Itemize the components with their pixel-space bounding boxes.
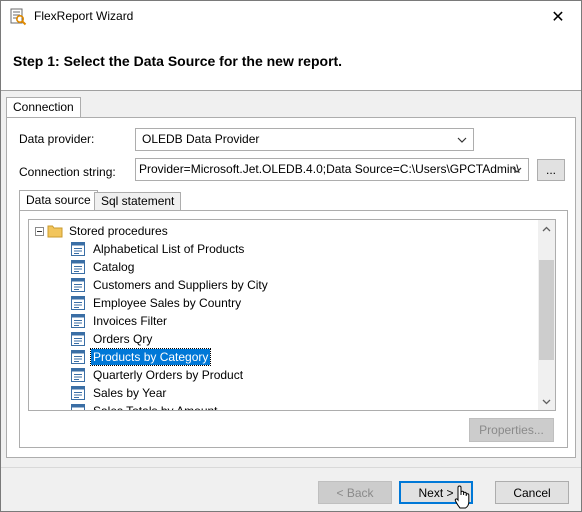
tab-sql-statement[interactable]: Sql statement bbox=[94, 192, 182, 211]
tree-item[interactable]: Employee Sales by Country bbox=[71, 294, 243, 312]
tree-item-label: Catalog bbox=[93, 260, 135, 274]
tab-data-source[interactable]: Data source bbox=[19, 190, 98, 211]
properties-button[interactable]: Properties... bbox=[469, 418, 554, 442]
browse-button-label: ... bbox=[545, 163, 556, 177]
tree-item[interactable]: Alphabetical List of Products bbox=[71, 240, 246, 258]
connection-string-input[interactable]: Provider=Microsoft.Jet.OLEDB.4.0;Data So… bbox=[135, 158, 529, 181]
stored-procedure-icon bbox=[71, 332, 85, 346]
tree-item-label: Quarterly Orders by Product bbox=[93, 368, 244, 382]
tree-item-label: Employee Sales by Country bbox=[93, 296, 242, 310]
stored-procedure-icon bbox=[71, 350, 85, 364]
tree-item-label: Orders Qry bbox=[93, 332, 153, 346]
tree-item[interactable]: Invoices Filter bbox=[71, 312, 169, 330]
chevron-down-icon bbox=[512, 167, 522, 173]
stored-procedure-icon bbox=[71, 242, 85, 256]
browse-connection-button[interactable]: ... bbox=[537, 159, 565, 181]
close-button[interactable]: ✕ bbox=[535, 1, 581, 32]
connection-string-label: Connection string: bbox=[19, 165, 116, 179]
tree-item[interactable]: Orders Qry bbox=[71, 330, 154, 348]
tree-item-label: Alphabetical List of Products bbox=[93, 242, 245, 256]
back-button-label: < Back bbox=[336, 485, 374, 500]
tree-item-label: Customers and Suppliers by City bbox=[93, 278, 268, 292]
data-provider-label: Data provider: bbox=[19, 132, 95, 146]
tree-item[interactable]: Customers and Suppliers by City bbox=[71, 276, 270, 294]
tree-item[interactable]: Catalog bbox=[71, 258, 136, 276]
window-title: FlexReport Wizard bbox=[34, 9, 134, 23]
tree-root-label: Stored procedures bbox=[69, 224, 168, 238]
next-button-label: Next > bbox=[418, 485, 454, 500]
tab-data-source-label: Data source bbox=[26, 193, 91, 207]
scroll-thumb[interactable] bbox=[539, 260, 554, 360]
cancel-button[interactable]: Cancel bbox=[495, 481, 569, 504]
tree-item-label: Sales Totals by Amount bbox=[91, 403, 220, 410]
tree-item[interactable]: Sales by Year bbox=[71, 384, 168, 402]
tree-scrollbar[interactable] bbox=[538, 220, 555, 410]
close-icon: ✕ bbox=[551, 8, 565, 26]
stored-procedure-icon bbox=[71, 278, 85, 292]
tab-sql-statement-label: Sql statement bbox=[101, 194, 175, 208]
wizard-window: FlexReport Wizard ✕ Step 1: Select the D… bbox=[0, 0, 582, 512]
stored-procedure-icon bbox=[71, 368, 85, 382]
tree-root-stored-procedures[interactable]: Stored procedures bbox=[35, 222, 170, 240]
back-button[interactable]: < Back bbox=[318, 481, 392, 504]
cancel-button-label: Cancel bbox=[513, 485, 551, 500]
tree-item-label: Sales by Year bbox=[93, 386, 167, 400]
collapse-icon bbox=[35, 226, 44, 236]
data-provider-select[interactable]: OLEDB Data Provider bbox=[135, 128, 474, 151]
step-title: Step 1: Select the Data Source for the n… bbox=[13, 53, 343, 69]
footer-divider bbox=[1, 467, 581, 468]
tab-connection[interactable]: Connection bbox=[6, 97, 81, 118]
stored-procedure-icon bbox=[71, 404, 85, 410]
wizard-header: Step 1: Select the Data Source for the n… bbox=[1, 32, 581, 91]
tree-item[interactable]: Quarterly Orders by Product bbox=[71, 366, 245, 384]
tree-item[interactable]: Products by Category bbox=[71, 348, 212, 366]
report-wizard-icon bbox=[10, 8, 27, 26]
stored-procedure-icon bbox=[71, 314, 85, 328]
tree-item[interactable]: Sales Totals by Amount bbox=[71, 402, 220, 410]
chevron-up-icon bbox=[542, 226, 551, 231]
properties-button-label: Properties... bbox=[479, 423, 544, 437]
folder-icon bbox=[47, 225, 63, 238]
stored-procedure-icon bbox=[71, 386, 85, 400]
stored-procedure-icon bbox=[71, 296, 85, 310]
stored-procedures-tree[interactable]: Stored procedures Alphabetical List of P… bbox=[28, 219, 556, 411]
scroll-up-arrow[interactable] bbox=[538, 220, 555, 237]
stored-procedure-icon bbox=[71, 260, 85, 274]
mouse-pointer-icon bbox=[454, 485, 470, 509]
tab-connection-label: Connection bbox=[13, 100, 74, 114]
scroll-down-arrow[interactable] bbox=[538, 393, 555, 410]
title-bar: FlexReport Wizard ✕ bbox=[1, 1, 581, 32]
chevron-down-icon bbox=[542, 399, 551, 404]
tree-item-label: Invoices Filter bbox=[93, 314, 168, 328]
connection-string-value: Provider=Microsoft.Jet.OLEDB.4.0;Data So… bbox=[139, 162, 520, 176]
chevron-down-icon bbox=[457, 137, 467, 143]
data-provider-value: OLEDB Data Provider bbox=[142, 132, 260, 146]
tree-item-label: Products by Category bbox=[89, 348, 212, 366]
